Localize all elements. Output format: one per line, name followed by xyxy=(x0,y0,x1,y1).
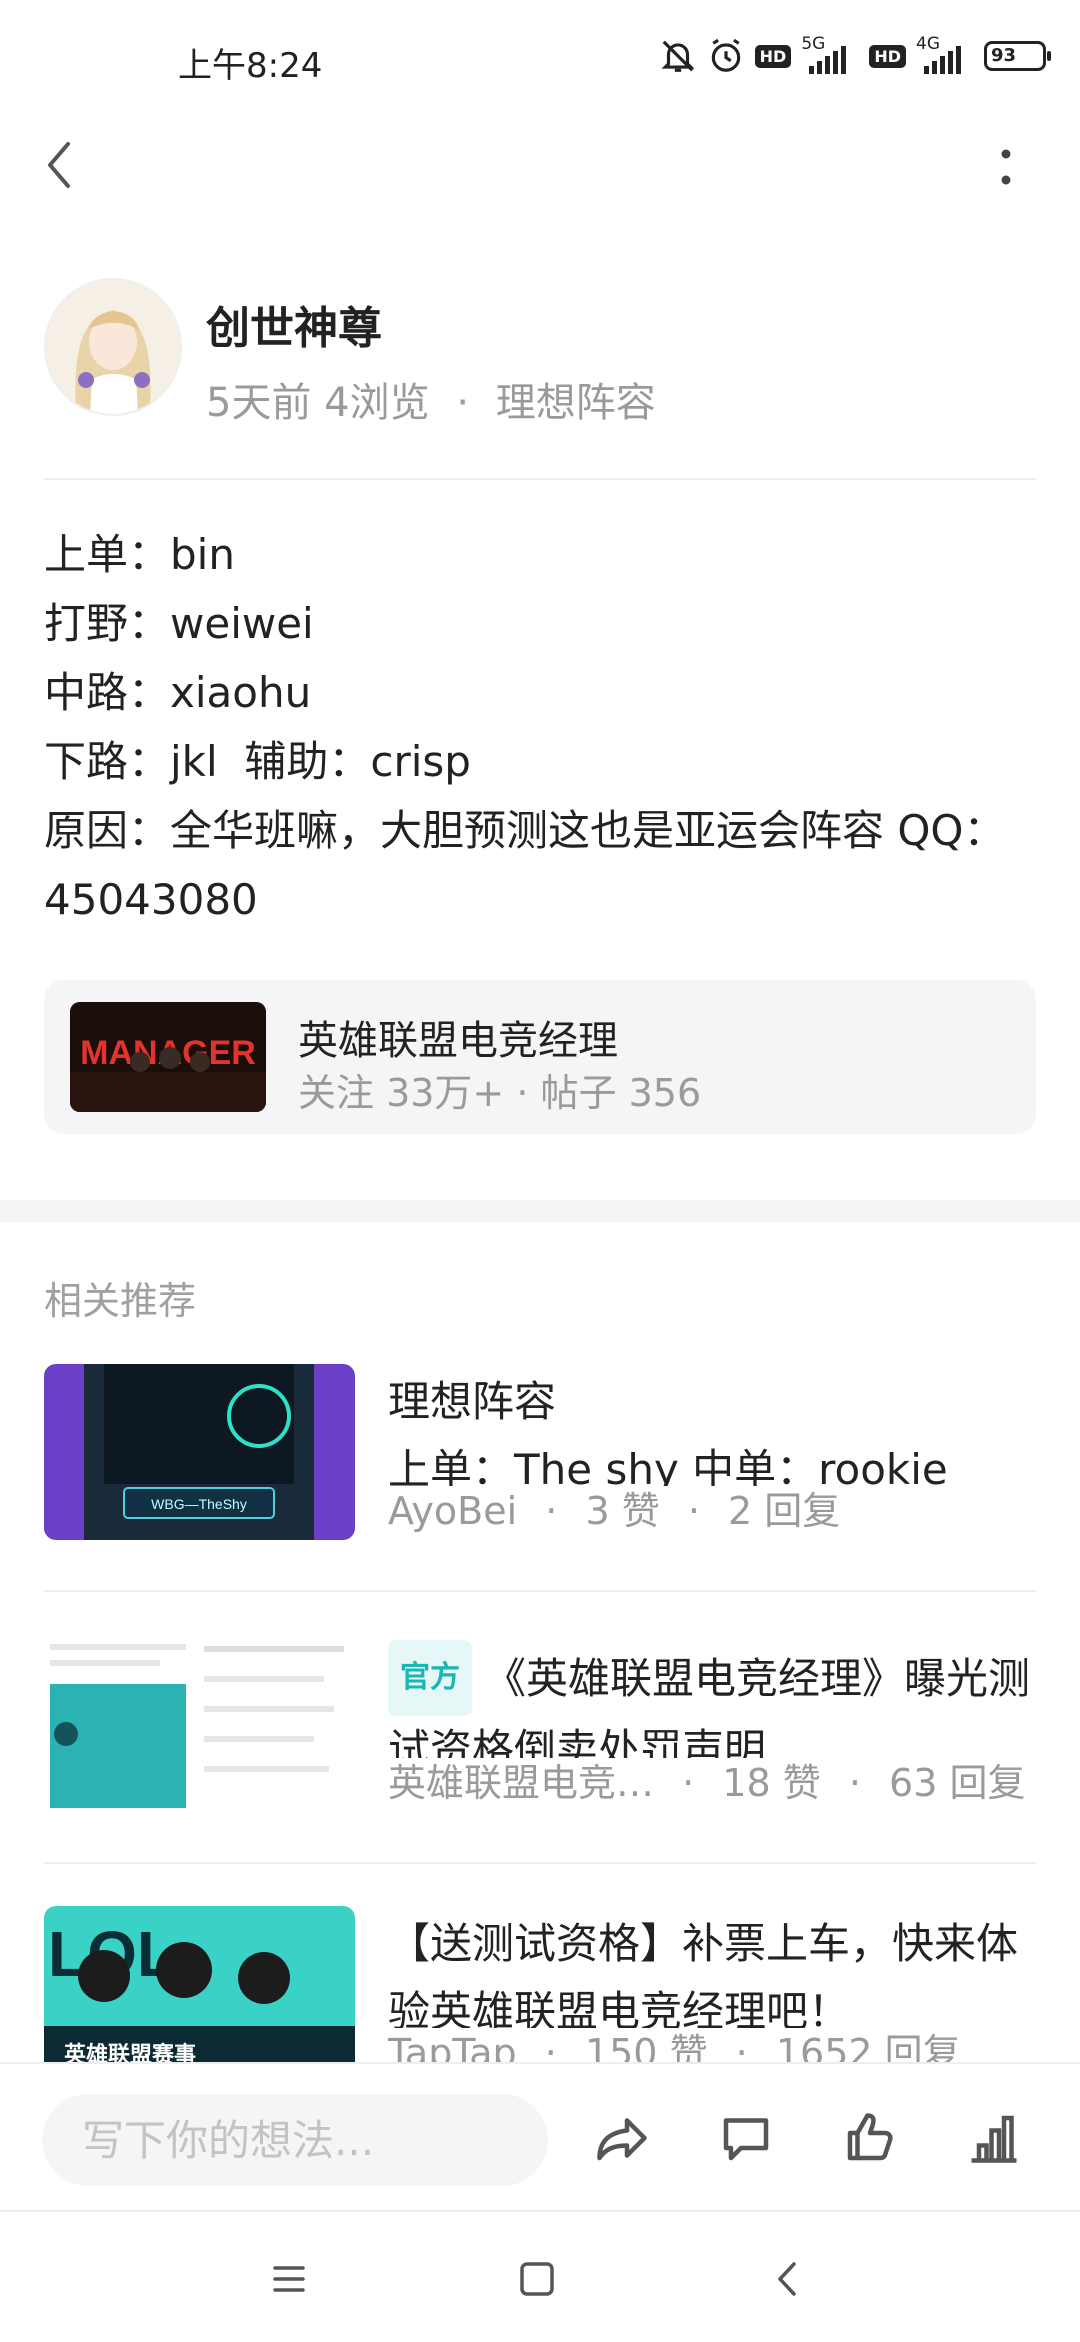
recommend-thumbnail: LOL 英雄联盟赛事 xyxy=(44,1906,355,2082)
game-thumbnail: MANAGER xyxy=(70,1002,266,1112)
recommend-likes: 18 赞 xyxy=(722,1761,821,1805)
game-meta: 关注 33万+ · 帖子 356 xyxy=(298,1071,702,1115)
recommend-item[interactable]: 官方 《英雄联盟电竞经理》曝光测试资格倒卖处罚声明 英雄联盟电竞… · 18 赞 … xyxy=(44,1636,1036,1836)
divider xyxy=(44,1862,1036,1864)
meta-separator: · xyxy=(456,380,470,426)
post-tag[interactable]: 理想阵容 xyxy=(496,380,656,426)
hd-badge: HD xyxy=(754,44,792,68)
recommend-replies: 2 回复 xyxy=(728,1489,841,1533)
recommend-heading: 相关推荐 xyxy=(44,1279,197,1323)
section-gap xyxy=(0,1200,1080,1222)
recommend-title: 理想阵容 上单：The shy 中单：rookie xyxy=(388,1377,948,1486)
post-line: 下路：jkl 辅助：crisp xyxy=(44,737,471,786)
signal-4g-icon: 4G xyxy=(916,34,974,76)
back-arrow-icon[interactable] xyxy=(44,140,74,190)
system-nav-bar xyxy=(0,2210,1080,2342)
signal-5g-icon: 5G xyxy=(801,34,859,76)
post-line: 中路：xiaohu xyxy=(44,668,312,717)
share-icon[interactable] xyxy=(592,2108,652,2168)
system-back-icon[interactable] xyxy=(764,2254,814,2304)
recommend-meta: 英雄联盟电竞… · 18 赞 · 63 回复 xyxy=(388,1761,1026,1805)
recommend-author: 英雄联盟电竞… xyxy=(388,1761,655,1805)
status-icons: HD 5G HD 4G 93 xyxy=(659,34,1051,76)
comment-input[interactable] xyxy=(42,2094,548,2186)
recommend-likes: 3 赞 xyxy=(585,1489,660,1533)
alarm-icon xyxy=(711,38,740,72)
post-meta: 5天前 4浏览 · 理想阵容 xyxy=(206,370,656,428)
hd-badge-2: HD xyxy=(869,44,906,68)
battery-level: 93 xyxy=(991,45,1017,66)
stats-icon[interactable] xyxy=(964,2108,1024,2168)
divider xyxy=(44,478,1036,480)
recommend-thumbnail: WBG—TheShy xyxy=(44,1364,355,1540)
recommend-title-text: 《英雄联盟电竞经理》曝光测试资格倒卖处罚声明 xyxy=(388,1654,1031,1758)
recommend-author: AyoBei xyxy=(388,1489,518,1533)
post-line: 上单：bin xyxy=(44,530,235,579)
avatar[interactable] xyxy=(44,278,182,416)
recommend-title: 【送测试资格】补票上车，快来体验英雄联盟电竞经理吧！ xyxy=(388,1919,1019,2028)
author-name[interactable]: 创世神尊 xyxy=(206,292,382,356)
comment-icon[interactable] xyxy=(716,2108,776,2168)
bottom-action-bar xyxy=(0,2062,1080,2212)
game-card[interactable]: MANAGER 英雄联盟电竞经理 关注 33万+ · 帖子 356 xyxy=(44,980,1036,1134)
like-icon[interactable] xyxy=(840,2108,900,2168)
recommend-meta: AyoBei · 3 赞 · 2 回复 xyxy=(388,1489,841,1533)
battery-icon: 93 xyxy=(984,41,1051,71)
status-time: 上午8:24 xyxy=(178,46,323,86)
home-icon[interactable] xyxy=(512,2254,562,2304)
post-line: 打野：weiwei xyxy=(44,599,314,648)
more-options-icon[interactable] xyxy=(1000,148,1012,186)
post-time: 5天前 xyxy=(206,380,312,426)
recommend-item[interactable]: WBG—TheShy 理想阵容 上单：The shy 中单：rookie Ayo… xyxy=(44,1364,1036,1564)
recommend-thumbnail xyxy=(44,1636,355,1812)
mute-bell-icon xyxy=(661,40,695,72)
post-content: 上单：bin 打野：weiwei 中路：xiaohu 下路：jkl 辅助：cri… xyxy=(44,520,1036,934)
recommend-thumb-text: WBG—TheShy xyxy=(151,1496,247,1512)
post-views: 4浏览 xyxy=(324,380,430,426)
game-title: 英雄联盟电竞经理 xyxy=(298,1018,618,1064)
post-line: 原因：全华班嘛，大胆预测这也是亚运会阵容 QQ：45043080 xyxy=(44,806,1006,924)
recommend-replies: 63 回复 xyxy=(889,1761,1026,1805)
recommend-title: 官方 《英雄联盟电竞经理》曝光测试资格倒卖处罚声明 xyxy=(388,1640,1036,1758)
official-badge: 官方 xyxy=(388,1640,472,1716)
menu-icon[interactable] xyxy=(264,2254,314,2304)
divider xyxy=(44,1590,1036,1592)
